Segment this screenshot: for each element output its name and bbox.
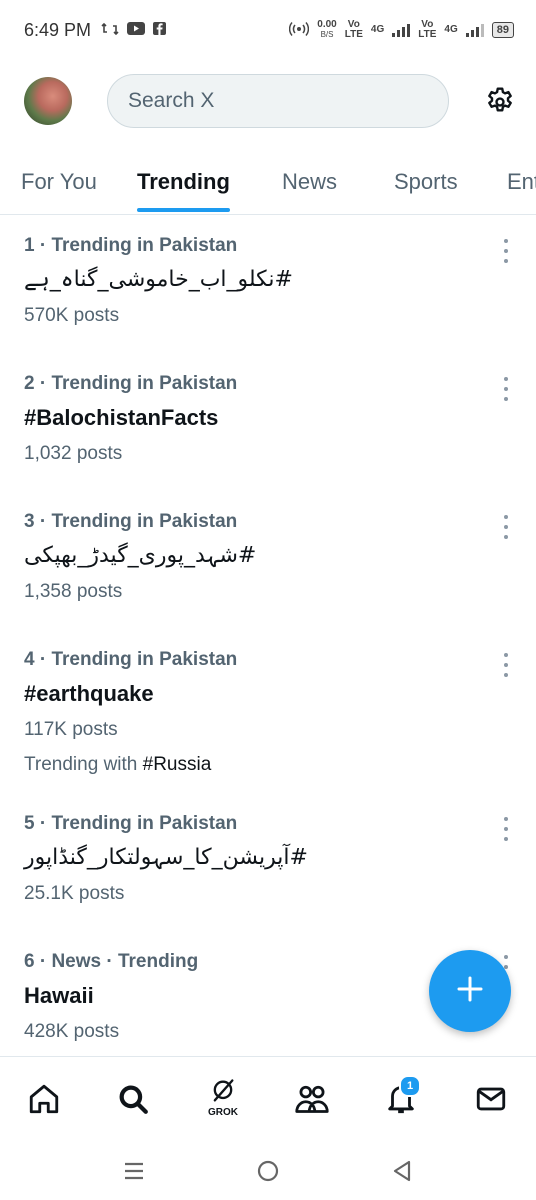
trend-name: #آپریشن_کا_سہولتکار_گنڈاپور bbox=[24, 845, 308, 870]
communities-icon[interactable] bbox=[290, 1077, 334, 1121]
sim1-type: 4G bbox=[370, 24, 385, 35]
trend-posts: 1,032 posts bbox=[24, 443, 123, 464]
home-button-icon[interactable] bbox=[253, 1156, 283, 1186]
trending-with-label: Trending with bbox=[24, 754, 138, 775]
sim2-type: 4G bbox=[444, 24, 458, 35]
trend-posts: 428K posts bbox=[24, 1021, 120, 1042]
active-tab-indicator bbox=[137, 208, 230, 212]
net-speed: 0.00 B/S bbox=[317, 20, 336, 40]
trend-name: #earthquake bbox=[24, 681, 154, 706]
trending-with-tag[interactable]: #Russia bbox=[143, 754, 212, 775]
tab-label: News bbox=[282, 169, 338, 194]
more-options-icon[interactable] bbox=[496, 817, 516, 841]
trend-meta: 2 · Trending in Pakistan bbox=[24, 373, 238, 394]
notifications-icon[interactable]: 1 bbox=[379, 1075, 423, 1121]
more-options-icon[interactable] bbox=[496, 515, 516, 539]
youtube-notification-icon bbox=[127, 22, 146, 38]
tab-label: Trending bbox=[137, 169, 230, 194]
more-options-icon[interactable] bbox=[496, 239, 516, 263]
sim1-lte: LTE bbox=[344, 29, 363, 40]
net-speed-value: 0.00 bbox=[317, 19, 337, 30]
system-navigation-bar bbox=[0, 1140, 536, 1200]
home-icon[interactable] bbox=[22, 1077, 66, 1121]
more-options-icon[interactable] bbox=[496, 377, 516, 401]
status-time: 6:49 PM bbox=[24, 19, 92, 40]
bottom-navigation: GROK 1 bbox=[0, 1056, 536, 1141]
explore-tabs: For You Trending News Sports Ent bbox=[0, 150, 536, 215]
trend-posts: 570K posts bbox=[24, 305, 120, 326]
grok-icon[interactable]: GROK bbox=[201, 1077, 245, 1121]
facebook-notification-icon bbox=[153, 22, 167, 38]
plus-icon bbox=[456, 975, 484, 1008]
grok-label: GROK bbox=[208, 1107, 238, 1118]
more-options-icon[interactable] bbox=[496, 653, 516, 677]
retweet-notification-icon bbox=[101, 22, 119, 39]
recent-apps-icon[interactable] bbox=[119, 1156, 149, 1186]
tab-sports[interactable]: Sports bbox=[394, 150, 458, 214]
sim1-volte: Vo LTE bbox=[345, 20, 363, 40]
hotspot-icon bbox=[289, 21, 310, 40]
trend-posts: 25.1K posts bbox=[24, 883, 125, 904]
search-bar[interactable] bbox=[107, 74, 449, 128]
back-icon[interactable] bbox=[387, 1156, 417, 1186]
trend-name: Hawaii bbox=[24, 983, 94, 1008]
trend-meta: 3 · Trending in Pakistan bbox=[24, 511, 238, 532]
search-input[interactable] bbox=[126, 88, 448, 114]
avatar[interactable] bbox=[24, 77, 72, 125]
trend-name: #نکلو_اب_خاموشی_گناہ_ہے bbox=[24, 267, 293, 292]
trend-meta: 4 · Trending in Pakistan bbox=[24, 649, 238, 670]
sim2-lte: LTE bbox=[418, 29, 437, 40]
tab-label: For You bbox=[21, 169, 97, 194]
tab-trending[interactable]: Trending bbox=[137, 150, 230, 214]
sim1-network: 4G bbox=[371, 25, 384, 35]
trending-with: Trending with #Russia bbox=[24, 754, 211, 776]
trend-meta: 6 · News · Trending bbox=[24, 951, 199, 972]
trend-meta: 5 · Trending in Pakistan bbox=[24, 813, 238, 834]
trend-name: #شہد_پوری_گیدڑ_بھپکی bbox=[24, 543, 257, 568]
gear-icon[interactable] bbox=[482, 84, 518, 120]
search-icon[interactable] bbox=[111, 1077, 155, 1121]
trend-meta: 1 · Trending in Pakistan bbox=[24, 235, 238, 256]
trend-posts: 117K posts bbox=[24, 719, 118, 740]
tab-label: Sports bbox=[394, 169, 458, 194]
battery-indicator: 89 bbox=[491, 22, 514, 38]
trend-name: #BalochistanFacts bbox=[24, 405, 219, 430]
compose-post-button[interactable] bbox=[429, 950, 511, 1032]
tab-label: Ent bbox=[507, 169, 536, 194]
tab-for-you[interactable]: For You bbox=[21, 150, 97, 214]
notification-badge: 1 bbox=[399, 1075, 421, 1097]
trend-posts: 1,358 posts bbox=[24, 581, 123, 602]
sim2-network: 4G bbox=[444, 25, 457, 35]
status-bar: 6:49 PM 0.00 B/S Vo LTE 4G Vo LTE 4G 89 bbox=[0, 0, 536, 60]
tab-news[interactable]: News bbox=[282, 150, 337, 214]
tab-entertainment[interactable]: Ent bbox=[507, 150, 536, 214]
explore-header bbox=[0, 66, 536, 138]
messages-icon[interactable] bbox=[469, 1077, 513, 1121]
sim2-signal-icon bbox=[465, 23, 484, 37]
sim1-signal-icon bbox=[392, 23, 411, 37]
sim2-volte: Vo LTE bbox=[418, 20, 436, 40]
net-speed-unit: B/S bbox=[320, 30, 334, 39]
